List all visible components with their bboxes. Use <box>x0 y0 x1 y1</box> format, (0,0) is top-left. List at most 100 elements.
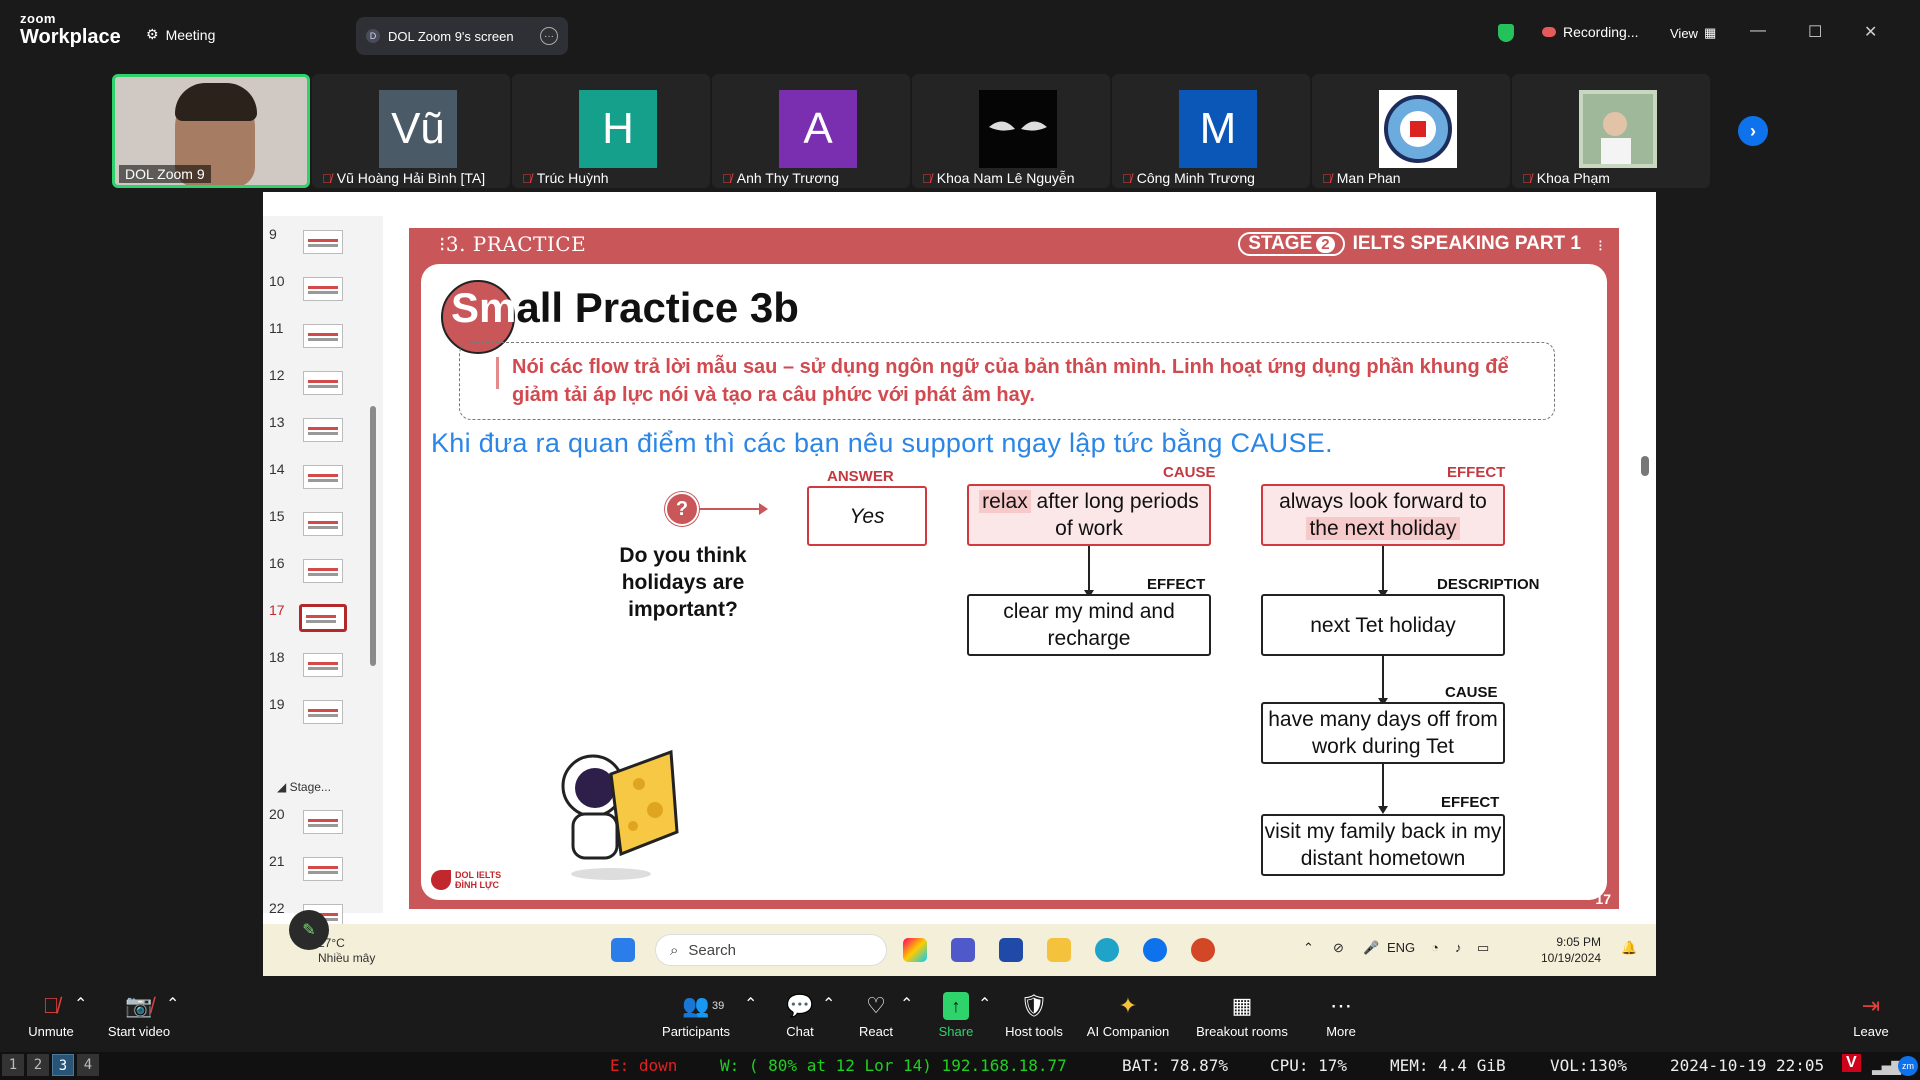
avatar: Vũ <box>379 90 457 168</box>
chevron-up-icon[interactable]: ⌃ <box>166 994 179 1014</box>
breakout-grid-icon: ▦ <box>1231 993 1253 1018</box>
participant-tile[interactable]: Vũ 🎙̸ Vũ Hoàng Hải Bình [TA] <box>312 74 510 188</box>
network-status-icon[interactable]: ⊘ <box>1333 940 1344 956</box>
workspace-button[interactable]: 2 <box>27 1054 49 1076</box>
cause-box: have many days off from work during Tet <box>1261 702 1505 764</box>
effect-label: EFFECT <box>1441 794 1500 811</box>
slide-thumbnail[interactable]: 13 <box>263 412 383 452</box>
vivaldi-tray-icon[interactable]: V <box>1842 1054 1861 1072</box>
edge-icon[interactable] <box>1095 938 1119 962</box>
windows-start-icon[interactable] <box>611 938 635 962</box>
dol-ielts-logo: DOL IELTS ĐÌNH LỰC <box>431 870 501 890</box>
workspace-button[interactable]: 4 <box>77 1054 99 1076</box>
slide-thumbnail[interactable]: 20 <box>263 804 383 844</box>
chevron-up-icon[interactable]: ⌃ <box>74 994 87 1014</box>
start-video-button[interactable]: 📷̸ Start video <box>104 992 174 1039</box>
taskbar-search[interactable]: ⌕ Search <box>655 934 887 966</box>
tray-overflow-icon[interactable]: ⌃ <box>1303 940 1314 956</box>
host-tools-button[interactable]: 🛡 Host tools <box>1002 992 1066 1039</box>
battery-icon[interactable]: ▭ <box>1477 940 1489 956</box>
breakout-rooms-button[interactable]: ▦ Breakout rooms <box>1190 992 1294 1039</box>
share-button[interactable]: ↑ Share <box>936 992 976 1039</box>
slide-thumbnail[interactable]: 9 <box>263 224 383 264</box>
effect-box: always look forward to the next holiday <box>1261 484 1505 546</box>
slide-thumbnail[interactable]: 19 <box>263 694 383 734</box>
screen-share-indicator[interactable]: D DOL Zoom 9's screen ··· <box>356 17 568 55</box>
copilot-icon[interactable] <box>903 938 927 962</box>
language-indicator[interactable]: ENG <box>1387 940 1415 955</box>
thumbnail-scrollbar[interactable] <box>370 226 376 906</box>
leave-button[interactable]: ⇥ Leave <box>1850 992 1892 1039</box>
taskbar-clock[interactable]: 9:05 PM 10/19/2024 <box>1541 934 1601 966</box>
meeting-info-button[interactable]: ⚙ Meeting <box>146 26 215 43</box>
participant-tile[interactable]: 🎙̸ Khoa Phạm <box>1512 74 1710 188</box>
chat-icon: 💬 <box>786 993 814 1018</box>
zoom-logo: zoom Workplace <box>20 12 121 47</box>
zoom-tray-icon[interactable]: zm <box>1898 1056 1918 1076</box>
chevron-up-icon[interactable]: ⌃ <box>822 994 835 1014</box>
notification-bell-icon[interactable]: 🔔 <box>1621 940 1637 956</box>
zoom-app-icon[interactable] <box>1143 938 1167 962</box>
slide-thumbnail-active[interactable]: 17 <box>263 600 383 640</box>
slide-thumbnail[interactable]: 18 <box>263 647 383 687</box>
participant-tile[interactable]: 🎙̸ Khoa Nam Lê Nguyễn <box>912 74 1110 188</box>
participant-tile[interactable]: M 🎙̸ Công Minh Trương <box>1112 74 1310 188</box>
participant-tile[interactable]: H 🎙̸ Trúc Huỳnh <box>512 74 710 188</box>
file-explorer-icon[interactable] <box>1047 938 1071 962</box>
recording-indicator[interactable]: Recording... <box>1542 24 1638 40</box>
more-options-icon[interactable]: ··· <box>540 27 558 45</box>
security-shield-icon[interactable] <box>1498 24 1514 42</box>
signal-bars-icon[interactable]: ▂▄▆ <box>1872 1056 1901 1075</box>
volume-icon[interactable]: ♪ <box>1455 940 1462 955</box>
teams-icon[interactable] <box>951 938 975 962</box>
slide-thumbnail[interactable]: 14 <box>263 459 383 499</box>
microphone-icon[interactable]: 🎤 <box>1363 940 1379 956</box>
react-button[interactable]: ♡ React <box>856 992 896 1039</box>
slide-thumbnail[interactable]: 12 <box>263 365 383 405</box>
chevron-up-icon[interactable]: ⌃ <box>744 994 757 1014</box>
workspace-button[interactable]: 1 <box>2 1054 24 1076</box>
leave-icon: ⇥ <box>1861 993 1881 1018</box>
chevron-up-icon[interactable]: ⌃ <box>900 994 913 1014</box>
next-page-arrow-icon[interactable]: › <box>1738 116 1768 146</box>
participant-tile[interactable]: 🎙̸ Man Phan <box>1312 74 1510 188</box>
slide-scrollbar[interactable] <box>1640 216 1650 916</box>
participant-count: 39 <box>712 1000 725 1012</box>
slide-thumbnail[interactable]: 11 <box>263 318 383 358</box>
participant-tile[interactable]: DOL Zoom 9 <box>112 74 310 188</box>
share-name: DOL Zoom 9's screen <box>388 28 514 44</box>
instruction-text: Nói các flow trả lời mẫu sau – sử dụng n… <box>512 356 1509 406</box>
ai-companion-button[interactable]: ✦ AI Companion <box>1084 992 1172 1039</box>
participant-tile[interactable]: A 🎙̸ Anh Thy Trương <box>712 74 910 188</box>
more-button[interactable]: ⋯ More <box>1320 992 1362 1039</box>
cause-label: CAUSE <box>1445 684 1498 701</box>
avatar: M <box>1179 90 1257 168</box>
participant-name: 🎙̸ Công Minh Trương <box>1122 170 1255 186</box>
workspace-button-active[interactable]: 3 <box>52 1054 74 1076</box>
cause-label: CAUSE <box>1163 464 1216 481</box>
chat-button[interactable]: 💬 Chat <box>780 992 820 1039</box>
unmute-button[interactable]: 🎙̸ Unmute <box>26 992 76 1039</box>
avatar <box>979 90 1057 168</box>
weather-widget[interactable]: 27°C Nhiều mây <box>318 936 375 966</box>
more-dots-icon: ⋯ <box>1330 993 1352 1018</box>
battery-status: BAT: 78.87% <box>1122 1056 1228 1075</box>
video-feed-hair <box>175 83 257 121</box>
maximize-icon[interactable]: ☐ <box>1808 22 1822 42</box>
slide-thumbnail[interactable]: 10 <box>263 271 383 311</box>
effect-label: EFFECT <box>1147 576 1206 593</box>
powerpoint-icon[interactable] <box>1191 938 1215 962</box>
minimize-icon[interactable]: — <box>1750 22 1766 40</box>
slide-thumbnail[interactable]: 21 <box>263 851 383 891</box>
chevron-up-icon[interactable]: ⌃ <box>978 994 991 1014</box>
mic-muted-icon: 🎙̸ <box>722 170 732 186</box>
slide-menu-icon: ⁝ <box>1597 238 1603 255</box>
slide-thumbnail[interactable]: 15 <box>263 506 383 546</box>
pen-annotation-icon[interactable]: ✎ <box>289 910 329 950</box>
view-button[interactable]: View ▦ <box>1670 25 1716 41</box>
slide-thumbnail[interactable]: 16 <box>263 553 383 593</box>
wifi-icon[interactable]: ◔ <box>1431 940 1439 955</box>
store-icon[interactable] <box>999 938 1023 962</box>
section-header[interactable]: ◢ Stage... <box>277 780 331 794</box>
close-icon[interactable]: ✕ <box>1864 22 1877 42</box>
